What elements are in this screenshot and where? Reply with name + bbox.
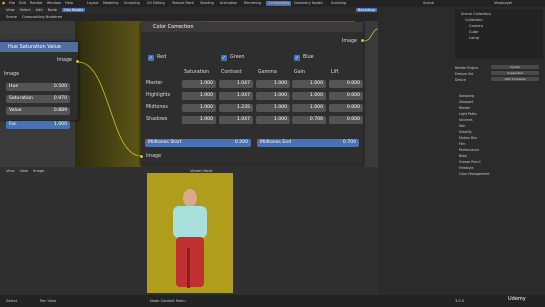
status-select: Select — [6, 299, 18, 303]
tab-sculpting[interactable]: Sculpting — [122, 1, 142, 6]
property-section[interactable]: Performance — [459, 148, 479, 152]
use-nodes-toggle[interactable]: Use Nodes — [61, 8, 86, 12]
main-menu: File Edit Render Window Help — [9, 1, 73, 5]
menu-render[interactable]: Render — [30, 1, 43, 5]
outliner-item-collection[interactable]: Collection — [465, 18, 483, 22]
status-bar: Select Pan View Node Context Menu 3.0.0 … — [0, 295, 545, 307]
status-pan: Pan View — [40, 299, 57, 303]
udemy-watermark: Udemy — [508, 296, 526, 302]
outliner[interactable]: Scene Collection Collection Camera Cube … — [455, 9, 543, 59]
tab-uv-editing[interactable]: UV Editing — [145, 1, 167, 6]
scene-collection-label[interactable]: Scene Collection — [461, 12, 491, 16]
property-section[interactable]: Viewport — [459, 100, 473, 104]
breadcrumb: Scene Compositing Nodetree — [0, 14, 378, 21]
property-section[interactable]: Hair — [459, 124, 466, 128]
status-context-menu: Node Context Menu — [150, 299, 186, 303]
feature-set-label: Feature Set — [455, 72, 474, 76]
render-engine-select[interactable]: Cycles — [491, 65, 539, 69]
outliner-item-cube[interactable]: Cube — [469, 30, 478, 34]
menu-add[interactable]: Add — [36, 8, 43, 12]
viewer-menu-image[interactable]: Image — [33, 169, 44, 173]
node-editor-header: View Select Add Node Use Nodes Backdrop — [0, 7, 378, 14]
property-section[interactable]: Freestyle — [459, 166, 473, 170]
tab-animation[interactable]: Animation — [218, 1, 239, 6]
render-engine-label: Render Engine — [455, 66, 479, 70]
tab-geometry-nodes[interactable]: Geometry Nodes — [292, 1, 325, 6]
view-layer-selector[interactable]: ViewLayer — [494, 1, 513, 5]
tab-texture-paint[interactable]: Texture Paint — [170, 1, 196, 6]
property-section[interactable]: Volumes — [459, 118, 473, 122]
device-label: Device — [455, 78, 466, 82]
property-section[interactable]: Render — [459, 106, 470, 110]
property-section[interactable]: Sampling — [459, 94, 474, 98]
node-editor-canvas[interactable]: Hue Saturation Value Image Image Hue 0.50… — [0, 21, 378, 167]
menu-file[interactable]: File — [9, 1, 15, 5]
tab-compositing[interactable]: Compositing — [266, 1, 292, 6]
breadcrumb-nodetree: Compositing Nodetree — [21, 15, 63, 19]
viewer-menu-view[interactable]: View — [6, 169, 15, 173]
viewer-menu-view2[interactable]: View — [20, 169, 29, 173]
outliner-item-lamp[interactable]: Lamp — [469, 36, 479, 40]
property-section[interactable]: Bake — [459, 154, 467, 158]
feature-set-select[interactable]: Supported — [491, 71, 539, 75]
tab-modeling[interactable]: Modeling — [101, 1, 120, 6]
tab-rendering[interactable]: Rendering — [242, 1, 263, 6]
breadcrumb-scene: Scene — [6, 15, 17, 19]
menu-node[interactable]: Node — [48, 8, 57, 12]
menu-window[interactable]: Window — [47, 1, 61, 5]
menu-view[interactable]: View — [6, 8, 15, 12]
menu-help[interactable]: Help — [65, 1, 73, 5]
render-properties: Render Engine Cycles Feature Set Support… — [455, 62, 543, 292]
property-section[interactable]: Film — [459, 142, 465, 146]
rendered-image — [147, 173, 233, 293]
top-menu-bar: ● File Edit Render Window Help Layout Mo… — [0, 0, 545, 7]
property-section[interactable]: Color Management — [459, 172, 489, 176]
outliner-item-camera[interactable]: Camera — [469, 24, 483, 28]
property-section[interactable]: Light Paths — [459, 112, 477, 116]
tab-shading[interactable]: Shading — [198, 1, 216, 6]
blender-logo-icon[interactable]: ● — [2, 1, 5, 5]
property-section[interactable]: Simplify — [459, 130, 472, 134]
node-links — [77, 28, 378, 157]
backdrop-toggle[interactable]: Backdrop — [356, 8, 377, 12]
menu-select[interactable]: Select — [20, 8, 31, 12]
scene-selector[interactable]: Scene — [423, 1, 434, 5]
character-figure — [147, 173, 233, 293]
menu-edit[interactable]: Edit — [19, 1, 26, 5]
tab-scripting[interactable]: Scripting — [329, 1, 348, 6]
property-section[interactable]: Grease Pencil — [459, 160, 481, 164]
property-section[interactable]: Motion Blur — [459, 136, 477, 140]
version-label: 3.0.0 — [455, 299, 465, 303]
tab-layout[interactable]: Layout — [85, 1, 101, 6]
device-select[interactable]: GPU Compute — [491, 77, 539, 81]
